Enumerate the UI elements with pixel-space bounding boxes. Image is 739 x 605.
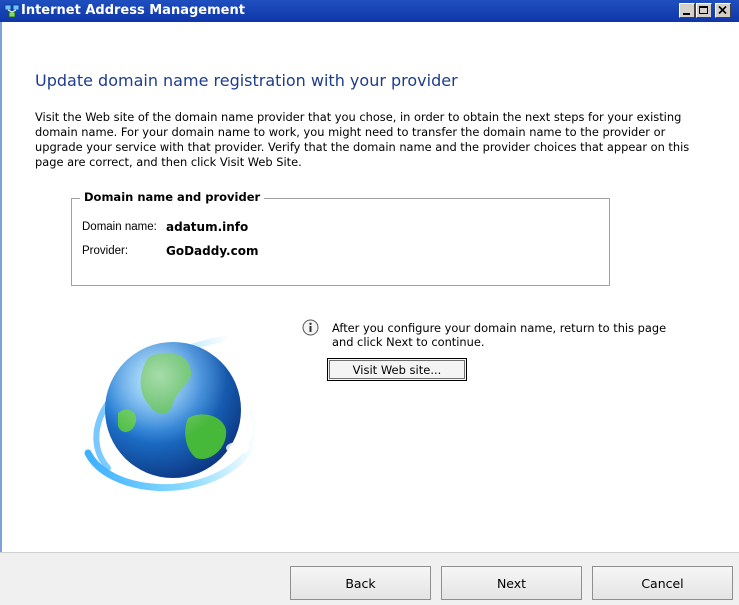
minimize-icon — [683, 13, 690, 15]
maximize-button[interactable] — [696, 3, 712, 18]
minimize-button[interactable] — [679, 3, 695, 18]
globe-icon — [84, 335, 260, 492]
domain-name-value: adatum.info — [166, 220, 249, 234]
title-bar[interactable]: Internet Address Management — [0, 0, 739, 22]
domain-name-label: Domain name: — [82, 221, 157, 233]
group-label: Domain name and provider — [80, 190, 265, 204]
page-heading: Update domain name registration with you… — [35, 71, 458, 90]
network-app-icon — [4, 4, 20, 18]
cancel-button[interactable]: Cancel — [592, 566, 733, 600]
page-description: Visit the Web site of the domain name pr… — [35, 110, 690, 169]
window-title: Internet Address Management — [21, 3, 245, 18]
provider-value: GoDaddy.com — [166, 244, 259, 258]
close-button[interactable] — [715, 3, 731, 18]
provider-label: Provider: — [82, 245, 129, 257]
visit-web-site-button[interactable]: Visit Web site... — [327, 358, 467, 381]
close-icon — [718, 5, 727, 15]
back-button[interactable]: Back — [290, 566, 431, 600]
info-text: After you configure your domain name, re… — [332, 321, 667, 349]
window-border — [0, 22, 2, 605]
domain-provider-group — [71, 198, 610, 286]
maximize-icon — [699, 6, 708, 14]
next-button[interactable]: Next — [441, 566, 582, 600]
wizard-window: Internet Address Management Update domai… — [0, 0, 739, 605]
info-icon — [302, 319, 319, 336]
